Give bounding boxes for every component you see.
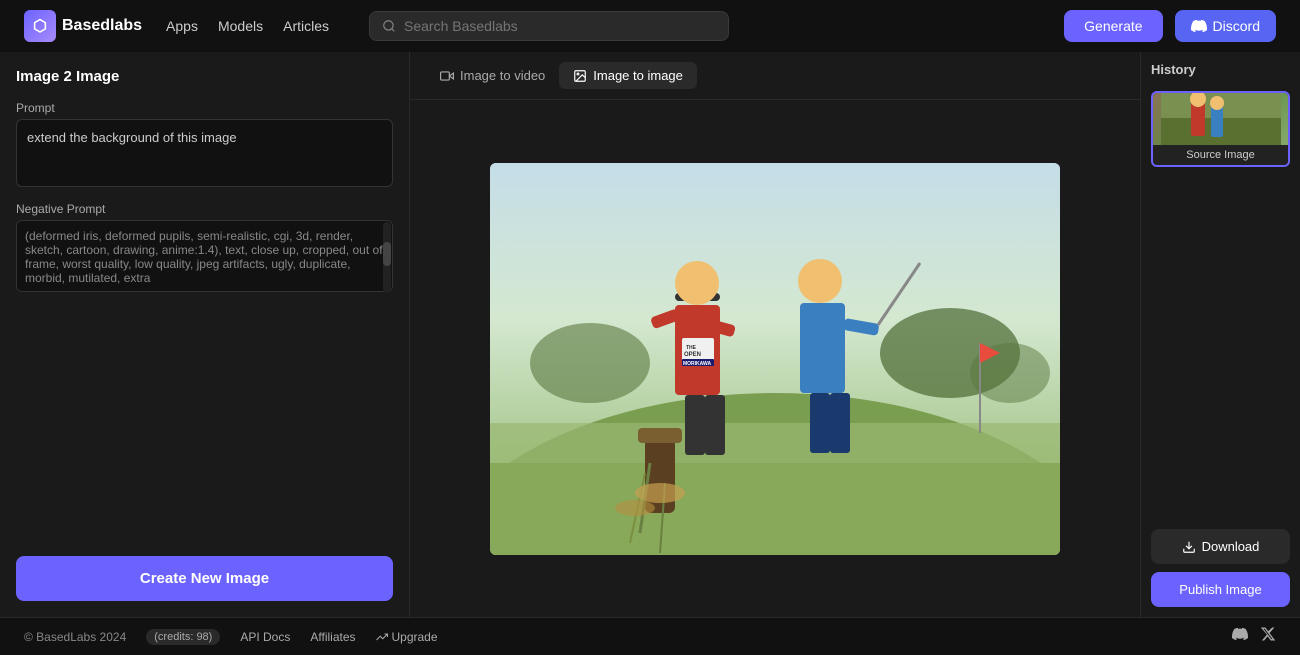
prompt-section: Prompt extend the background of this ima…	[16, 101, 393, 190]
image-icon	[573, 69, 587, 83]
publish-button[interactable]: Publish Image	[1151, 572, 1290, 607]
create-button[interactable]: Create New Image	[16, 556, 393, 601]
scrollbar-track	[383, 222, 391, 293]
footer: © BasedLabs 2024 (credits: 98) API Docs …	[0, 617, 1300, 655]
center-panel: Image to video Image to image	[410, 52, 1140, 617]
upgrade-label: Upgrade	[392, 630, 438, 644]
logo[interactable]: ⬡ Basedlabs	[24, 10, 142, 42]
upgrade-icon	[376, 631, 388, 643]
scrollbar-thumb[interactable]	[383, 242, 391, 266]
nav-articles[interactable]: Articles	[283, 18, 329, 34]
neg-prompt-label: Negative Prompt	[16, 202, 393, 216]
credits-badge: (credits: 98)	[146, 629, 220, 645]
svg-text:MORIKAWA: MORIKAWA	[683, 361, 711, 367]
search-icon	[382, 19, 396, 33]
svg-text:THE: THE	[686, 345, 697, 351]
tab-video-label: Image to video	[460, 68, 545, 83]
nav-models[interactable]: Models	[218, 18, 263, 34]
image-area: THE OPEN MORIKAWA	[410, 100, 1140, 617]
neg-prompt-textarea[interactable]: (deformed iris, deformed pupils, semi-re…	[16, 220, 393, 292]
download-button[interactable]: Download	[1151, 529, 1290, 564]
footer-icons	[1232, 626, 1276, 647]
discord-label: Discord	[1213, 18, 1260, 34]
golf-image-svg: THE OPEN MORIKAWA	[490, 163, 1060, 555]
upgrade-link[interactable]: Upgrade	[376, 630, 438, 644]
download-label: Download	[1202, 539, 1260, 554]
history-label: Source Image	[1153, 145, 1288, 165]
action-buttons: Download Publish Image	[1151, 529, 1290, 607]
main-image: THE OPEN MORIKAWA	[490, 163, 1060, 555]
discord-icon	[1191, 18, 1207, 34]
navbar: ⬡ Basedlabs Apps Models Articles Generat…	[0, 0, 1300, 52]
generate-button[interactable]: Generate	[1064, 10, 1162, 42]
twitter-footer-icon[interactable]	[1260, 626, 1276, 647]
video-icon	[440, 69, 454, 83]
tab-image-label: Image to image	[593, 68, 683, 83]
api-docs-link[interactable]: API Docs	[240, 630, 290, 644]
history-sidebar: History Source Image Download Publish Im…	[1140, 52, 1300, 617]
nav-links: Apps Models Articles	[166, 18, 329, 34]
main-content: Image 2 Image Prompt extend the backgrou…	[0, 52, 1300, 617]
logo-icon: ⬡	[24, 10, 56, 42]
panel-title: Image 2 Image	[16, 68, 393, 85]
search-bar	[369, 11, 729, 41]
nav-right: Generate Discord	[1064, 10, 1276, 42]
discord-footer-icon[interactable]	[1232, 626, 1248, 647]
discord-button[interactable]: Discord	[1175, 10, 1276, 42]
neg-prompt-container: (deformed iris, deformed pupils, semi-re…	[16, 220, 393, 295]
svg-text:OPEN: OPEN	[684, 352, 701, 358]
tab-image-to-video[interactable]: Image to video	[426, 62, 559, 89]
prompt-label: Prompt	[16, 101, 393, 115]
affiliates-link[interactable]: Affiliates	[310, 630, 355, 644]
tab-image-to-image[interactable]: Image to image	[559, 62, 697, 89]
search-input[interactable]	[404, 18, 716, 34]
logo-text: Basedlabs	[62, 17, 142, 35]
download-icon	[1182, 540, 1196, 554]
tab-bar: Image to video Image to image	[410, 52, 1140, 100]
nav-apps[interactable]: Apps	[166, 18, 198, 34]
history-title: History	[1151, 62, 1290, 77]
history-thumb	[1153, 93, 1288, 145]
copyright: © BasedLabs 2024	[24, 630, 126, 644]
left-panel: Image 2 Image Prompt extend the backgrou…	[0, 52, 410, 617]
neg-prompt-section: Negative Prompt (deformed iris, deformed…	[16, 202, 393, 295]
history-item[interactable]: Source Image	[1151, 91, 1290, 167]
prompt-textarea[interactable]: extend the background of this image	[16, 119, 393, 187]
